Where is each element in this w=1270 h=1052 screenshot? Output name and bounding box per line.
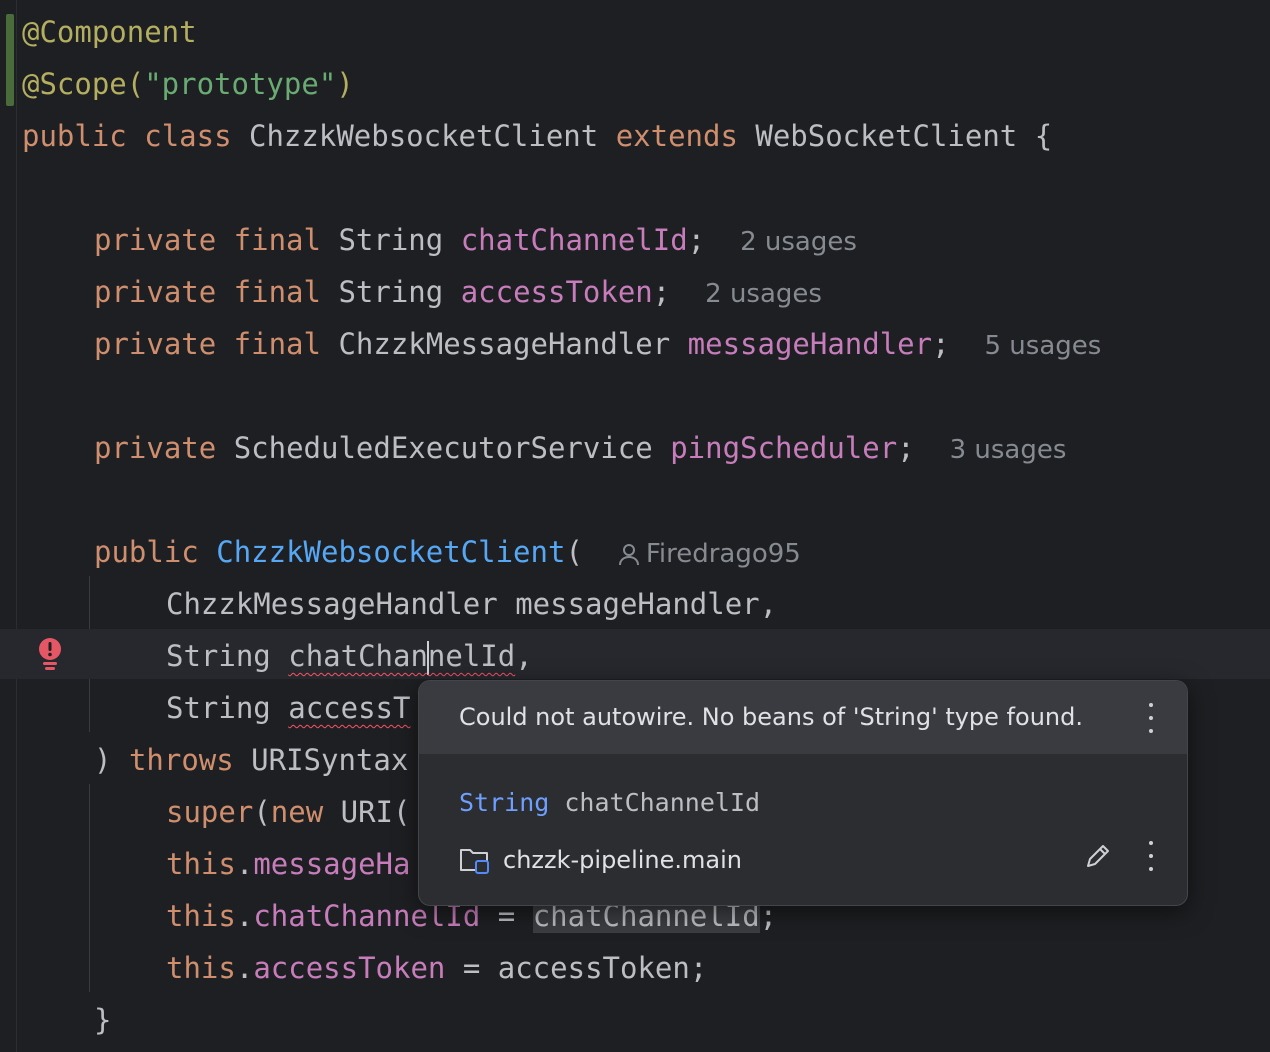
field-type: ChzzkMessageHandler <box>338 327 671 361</box>
kebab-menu-icon[interactable] <box>1139 703 1163 733</box>
code-line[interactable]: String accessT <box>166 682 410 734</box>
dot: . <box>235 899 254 933</box>
parameter-name-part: chatChan <box>288 639 428 673</box>
gutter-divider <box>16 0 17 1052</box>
annotation: @Component <box>22 15 197 49</box>
expression: URI( <box>340 795 411 829</box>
popup-header: Could not autowire. No beans of 'String'… <box>419 681 1187 754</box>
parameter-name-error[interactable]: chatChannelId <box>288 639 516 675</box>
code-line[interactable]: super(new URI( <box>166 786 410 838</box>
code-line[interactable]: @Component <box>22 6 197 58</box>
exception-type: URISyntax <box>251 743 409 777</box>
code-line[interactable]: private final String chatChannelId; 2 us… <box>94 214 857 266</box>
field-type: String <box>338 223 444 257</box>
superclass-name: WebSocketClient { <box>755 119 1053 153</box>
author-hint[interactable]: Firedrago95 <box>618 539 801 569</box>
class-name: ChzzkWebsocketClient <box>249 119 599 153</box>
dot: . <box>235 847 254 881</box>
code-line[interactable]: this.accessToken = accessToken; <box>166 942 707 994</box>
modifiers: private <box>94 431 217 465</box>
module-folder-icon <box>460 849 489 874</box>
parameter-type: String <box>166 691 271 725</box>
annotation: @Scope( <box>22 67 145 101</box>
modifiers: private final <box>94 327 321 361</box>
author-name: Firedrago95 <box>645 539 801 569</box>
code-line[interactable]: this.messageHa <box>166 838 410 890</box>
signature-name: chatChannelId <box>564 788 761 817</box>
semicolon: ; <box>687 223 706 257</box>
variable-ref: accessToken <box>497 951 690 985</box>
error-bulb-icon[interactable] <box>37 637 63 671</box>
code-line[interactable]: ChzzkMessageHandler messageHandler, <box>166 578 777 630</box>
field-name: pingScheduler <box>670 431 898 465</box>
semicolon: ; <box>932 327 950 361</box>
keyword: class <box>144 119 232 153</box>
comma: , <box>515 639 533 673</box>
module-name: chzzk-pipeline.main <box>503 846 742 874</box>
keyword: this <box>166 899 236 933</box>
dot: . <box>235 951 254 985</box>
semicolon: ; <box>652 275 671 309</box>
code-line[interactable]: String chatChannelId, <box>166 630 533 682</box>
pencil-icon[interactable] <box>1083 841 1113 871</box>
operator: = <box>445 951 498 985</box>
keyword: public <box>22 119 127 153</box>
keyword: super <box>166 795 254 829</box>
modifiers: private final <box>94 275 321 309</box>
module-row[interactable]: chzzk-pipeline.main <box>459 839 742 881</box>
paren: ( <box>253 795 271 829</box>
annotation-close: ) <box>336 67 354 101</box>
field-name: accessToken <box>460 275 653 309</box>
parameter-name-error[interactable]: accessT <box>288 691 410 725</box>
constructor-name: ChzzkWebsocketClient <box>216 535 566 569</box>
parameter-signature: String chatChannelId <box>459 781 760 825</box>
parameter: ChzzkMessageHandler messageHandler, <box>166 587 778 621</box>
field-type: ScheduledExecutorService <box>233 431 653 465</box>
field-ref: messageHa <box>253 847 411 881</box>
person-icon <box>618 543 639 565</box>
paren: ( <box>565 535 583 569</box>
vcs-change-marker[interactable] <box>6 14 14 106</box>
usages-hint[interactable]: 3 usages <box>950 435 1067 465</box>
paren: ) <box>94 743 112 777</box>
field-name: chatChannelId <box>460 223 688 257</box>
code-line[interactable]: public ChzzkWebsocketClient( Firedrago95 <box>94 526 801 578</box>
field-type: String <box>338 275 444 309</box>
field-ref: accessToken <box>253 951 446 985</box>
semicolon: ; <box>897 431 915 465</box>
field-name: messageHandler <box>687 327 933 361</box>
usages-hint[interactable]: 2 usages <box>705 279 822 309</box>
keyword: throws <box>128 743 234 777</box>
usages-hint[interactable]: 5 usages <box>984 331 1101 361</box>
indent-guide <box>89 680 90 732</box>
code-line[interactable]: @Scope("prototype") <box>22 58 354 110</box>
indent-guide <box>89 784 90 992</box>
code-line[interactable]: private final String accessToken; 2 usag… <box>94 266 822 318</box>
keyword: public <box>94 535 199 569</box>
parameter-type: String <box>166 639 271 673</box>
code-line[interactable]: } <box>94 994 111 1046</box>
modifiers: private final <box>94 223 321 257</box>
kebab-menu-icon[interactable] <box>1139 841 1163 871</box>
parameter-name-part: nelId <box>427 639 516 673</box>
keyword: this <box>166 951 236 985</box>
code-line[interactable]: ) throws URISyntax <box>94 734 408 786</box>
error-message: Could not autowire. No beans of 'String'… <box>459 703 1083 731</box>
keyword: this <box>166 847 236 881</box>
string-literal: "prototype" <box>144 67 337 101</box>
usages-hint[interactable]: 2 usages <box>740 227 857 257</box>
keyword: extends <box>615 119 738 153</box>
code-line[interactable]: private final ChzzkMessageHandler messag… <box>94 318 1101 370</box>
code-line[interactable]: private ScheduledExecutorService pingSch… <box>94 422 1066 474</box>
keyword: new <box>270 795 324 829</box>
semicolon: ; <box>689 951 708 985</box>
inspection-popup[interactable]: Could not autowire. No beans of 'String'… <box>418 680 1188 906</box>
signature-type[interactable]: String <box>459 788 549 817</box>
code-line[interactable]: public class ChzzkWebsocketClient extend… <box>22 110 1052 162</box>
closing-brace: } <box>94 1003 112 1037</box>
